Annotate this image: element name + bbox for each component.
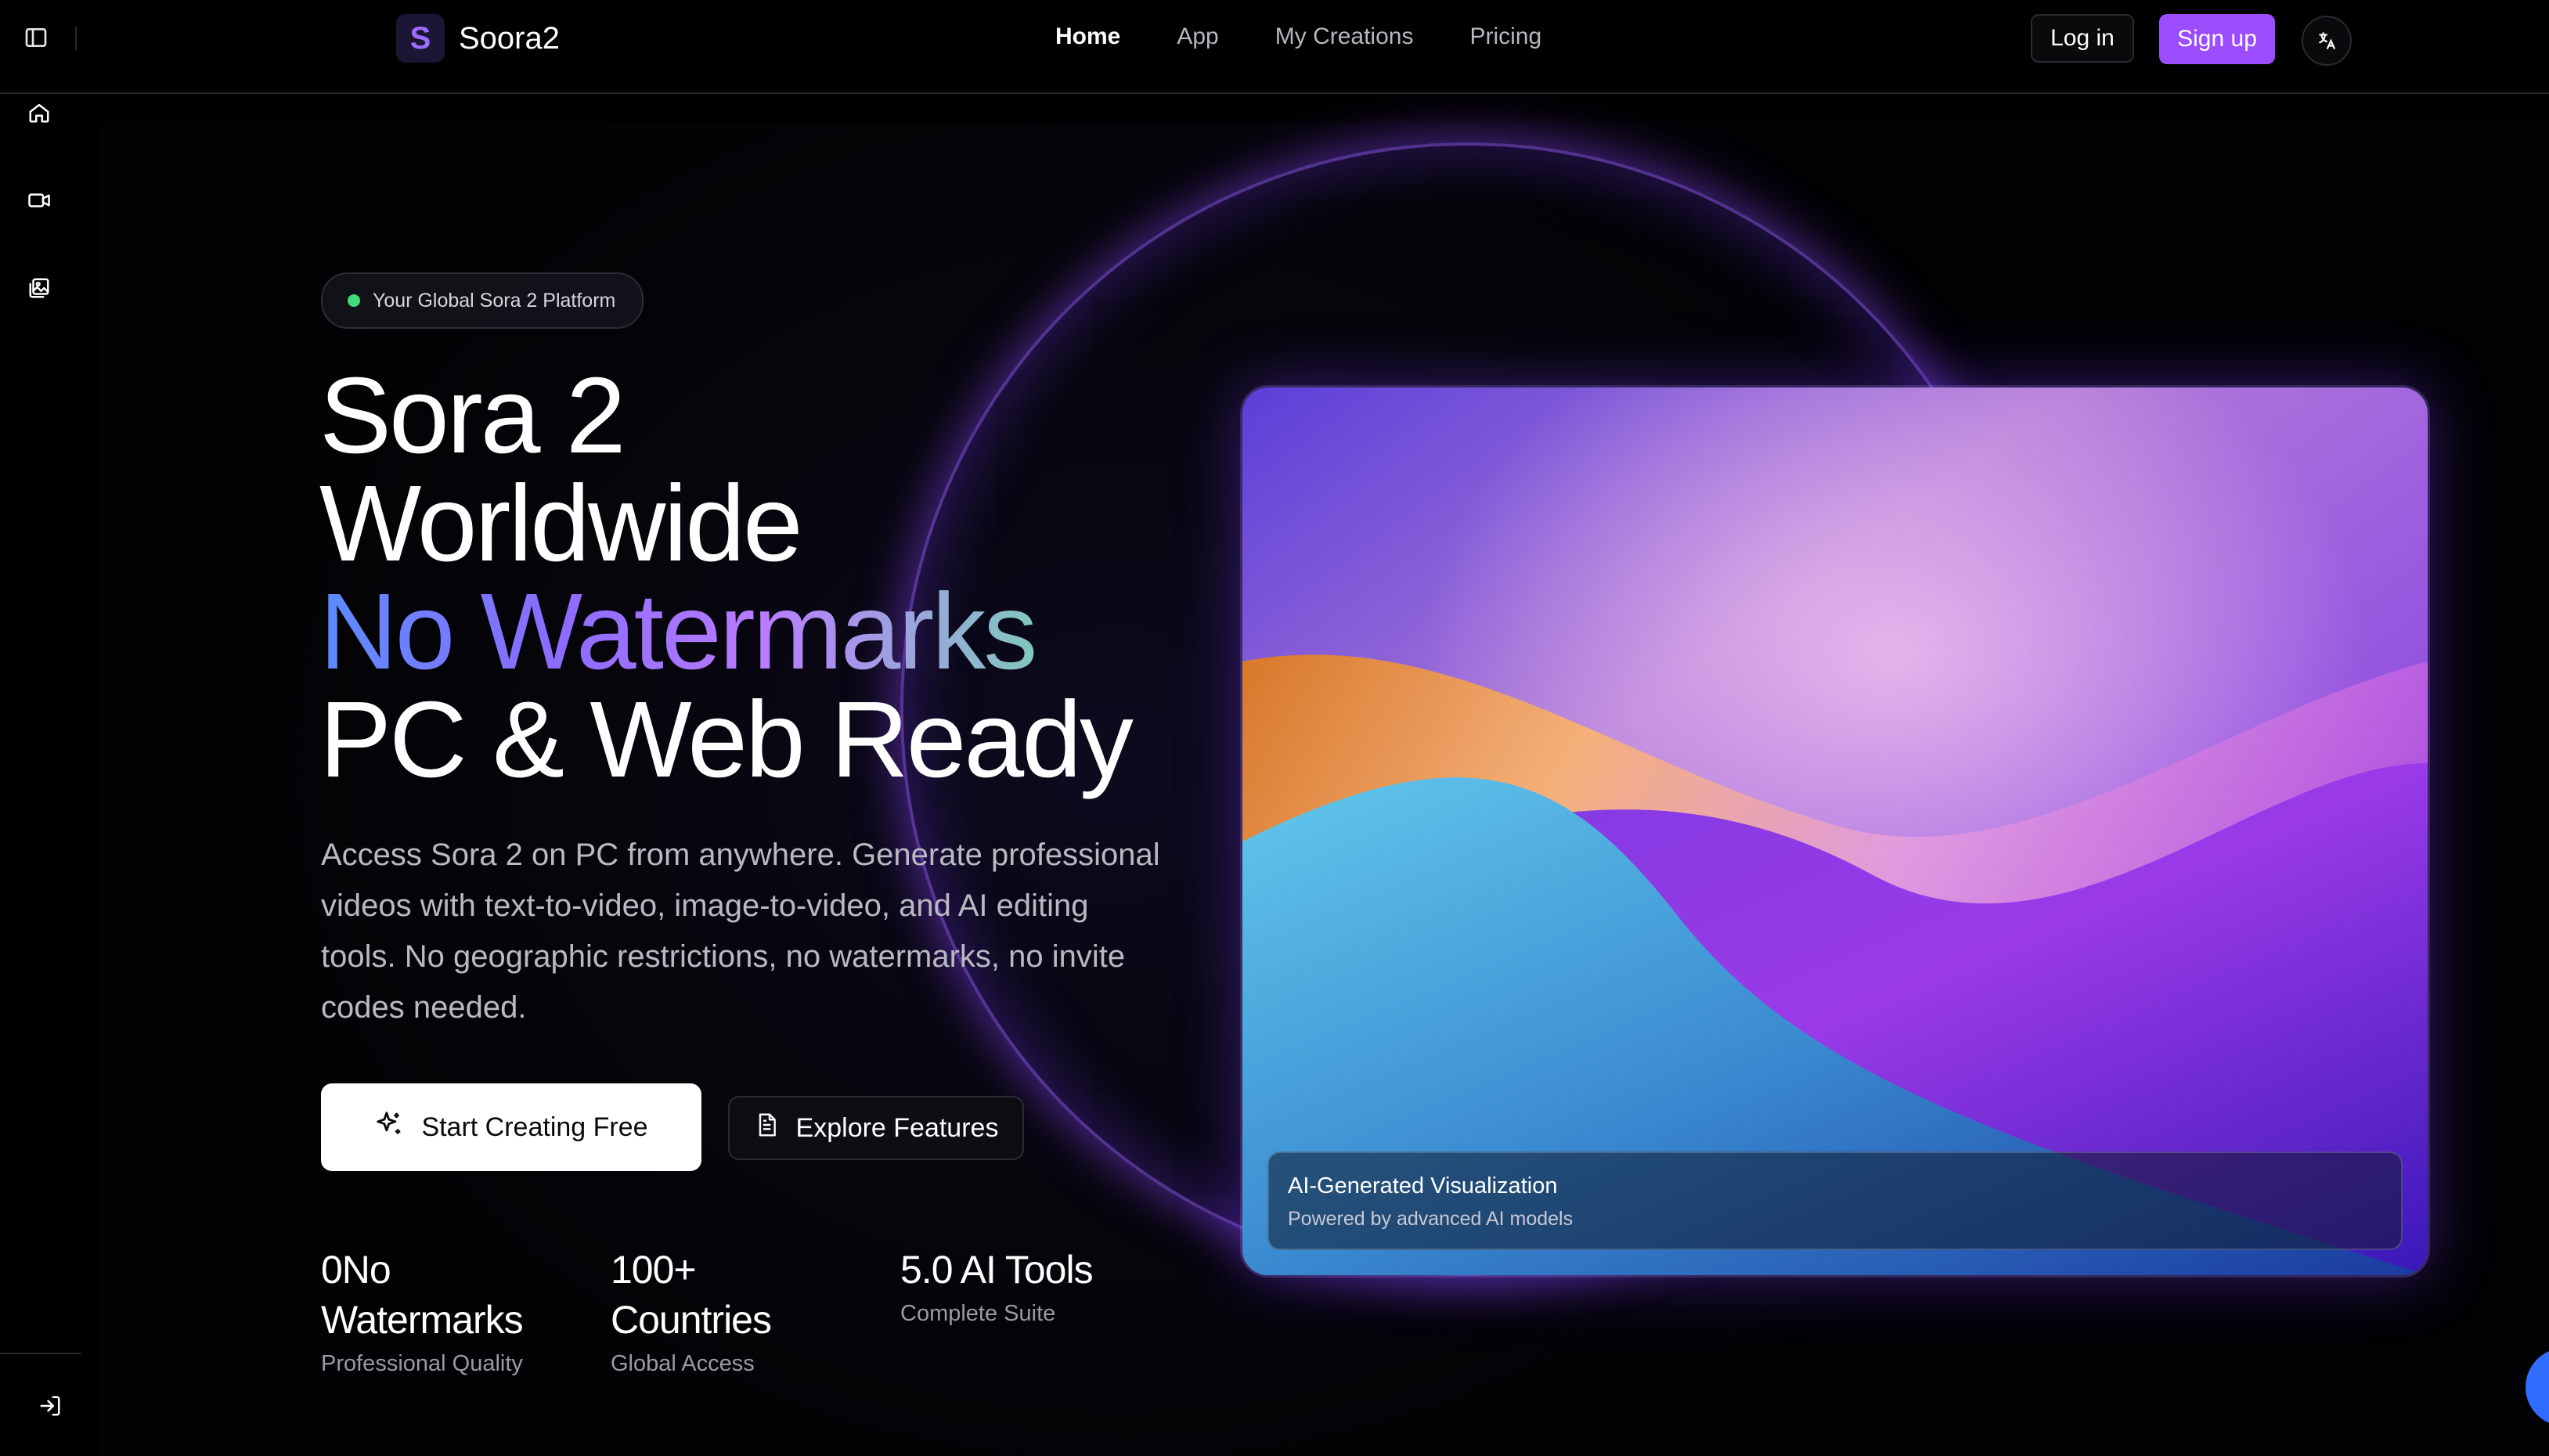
brand-logo-icon: S <box>396 14 445 63</box>
stat-label: Global Access <box>611 1351 755 1376</box>
header-divider <box>75 27 77 50</box>
platform-badge: Your Global Sora 2 Platform <box>321 272 644 329</box>
start-creating-button[interactable]: Start Creating Free <box>321 1083 701 1171</box>
badge-text: Your Global Sora 2 Platform <box>373 289 616 312</box>
headline-line-1: Sora 2 <box>319 355 626 476</box>
hero-description: Access Sora 2 on PC from anywhere. Gener… <box>321 838 1160 1025</box>
nav-app[interactable]: App <box>1177 23 1218 50</box>
sidebar-divider <box>0 1353 81 1354</box>
main-nav: Home App My Creations Pricing <box>1055 23 1541 50</box>
stat-countries: 100+ Countries Global Access <box>611 1245 814 1377</box>
explore-features-label: Explore Features <box>795 1112 999 1143</box>
headline-line-3: No Watermarks <box>319 578 1131 686</box>
headline-line-4: PC & Web Ready <box>319 679 1134 800</box>
caption-subtitle: Powered by advanced AI models <box>1288 1208 1574 1230</box>
abstract-wave-image <box>1242 387 2428 1275</box>
brand-name: Soora2 <box>459 20 560 56</box>
ai-visualization-card: AI-Generated Visualization Powered by ad… <box>1240 385 2430 1278</box>
stat-value: 100+ Countries <box>611 1248 772 1342</box>
translate-icon[interactable] <box>2302 16 2352 66</box>
home-icon[interactable] <box>23 97 55 128</box>
stat-ai-tools: 5.0 AI Tools Complete Suite <box>900 1245 1182 1327</box>
explore-features-button[interactable]: Explore Features <box>728 1096 1024 1160</box>
top-navigation-bar: S Soora2 Home App My Creations Pricing L… <box>0 0 2549 94</box>
status-dot-icon <box>348 294 360 307</box>
stat-value: 0No Watermarks <box>321 1248 524 1342</box>
signup-button[interactable]: Sign up <box>2159 14 2275 64</box>
caption-title: AI-Generated Visualization <box>1288 1173 1558 1198</box>
visualization-caption: AI-Generated Visualization Powered by ad… <box>1267 1151 2403 1250</box>
stat-label: Professional Quality <box>321 1351 523 1376</box>
start-creating-label: Start Creating Free <box>421 1112 648 1142</box>
sparkles-icon <box>374 1109 404 1146</box>
headline-line-2: Worldwide <box>319 463 803 584</box>
brand-logo-link[interactable]: S Soora2 <box>396 14 560 63</box>
gallery-icon[interactable] <box>23 272 55 304</box>
document-icon <box>754 1112 779 1144</box>
nav-pricing[interactable]: Pricing <box>1469 23 1541 50</box>
stat-value: 5.0 AI Tools <box>900 1248 1094 1292</box>
nav-my-creations[interactable]: My Creations <box>1275 23 1414 50</box>
stat-label: Complete Suite <box>900 1301 1056 1326</box>
nav-home[interactable]: Home <box>1055 23 1120 50</box>
login-button[interactable]: Log in <box>2031 14 2134 63</box>
sidebar-panel-icon[interactable] <box>23 25 49 50</box>
hero-headline: Sora 2 Worldwide No Watermarks PC & Web … <box>319 355 1134 800</box>
sign-in-icon[interactable] <box>34 1390 66 1422</box>
left-sidebar <box>0 94 81 1456</box>
stat-watermarks: 0No Watermarks Professional Quality <box>321 1245 556 1377</box>
video-icon[interactable] <box>23 185 55 216</box>
